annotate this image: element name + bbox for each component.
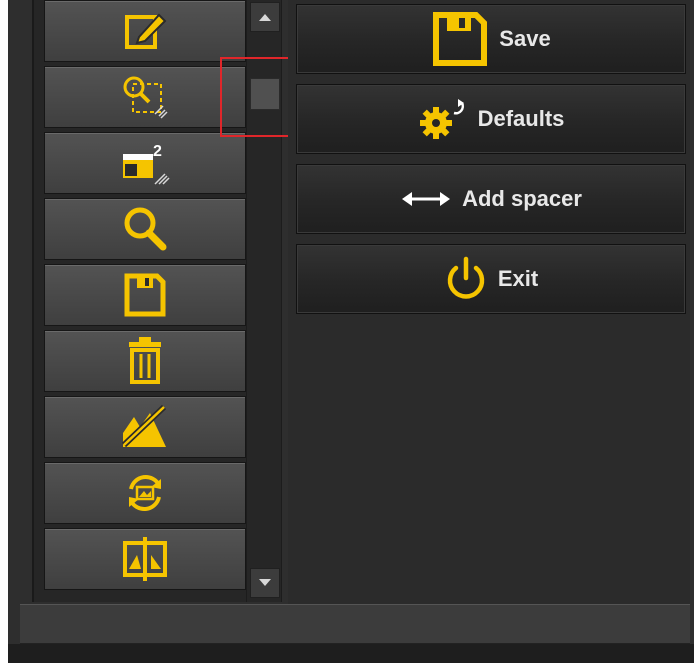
action-panel: Save Defaults Add spacer Exit bbox=[288, 0, 690, 604]
split-icon bbox=[123, 537, 167, 581]
defaults-button-label: Defaults bbox=[477, 106, 565, 131]
horizontal-arrows-icon bbox=[402, 192, 451, 206]
zoom-tool-button[interactable] bbox=[44, 198, 246, 260]
power-icon bbox=[447, 256, 485, 299]
exit-button-label: Exit bbox=[497, 266, 539, 291]
status-bar bbox=[20, 604, 690, 644]
zoom-selection-icon bbox=[123, 76, 168, 119]
zoom-icon bbox=[124, 207, 167, 251]
edit-tool-button[interactable] bbox=[44, 0, 246, 62]
save-button[interactable]: Save bbox=[296, 4, 686, 74]
bottom-strip bbox=[8, 644, 694, 663]
delete-tool-button[interactable] bbox=[44, 330, 246, 392]
split-tool-button[interactable] bbox=[44, 528, 246, 590]
hide-image-tool-button[interactable] bbox=[44, 396, 246, 458]
multi-page-tool-button[interactable]: 2 bbox=[44, 132, 246, 194]
add-spacer-button[interactable]: Add spacer bbox=[296, 164, 686, 234]
tool-column: 2 bbox=[32, 0, 248, 602]
save-icon bbox=[124, 273, 166, 317]
rotate-image-tool-button[interactable] bbox=[44, 462, 246, 524]
arrow-down-icon bbox=[259, 579, 271, 586]
trash-icon bbox=[129, 337, 161, 384]
app-window: 2 Save Defaults Add spacer Exit bbox=[8, 0, 694, 663]
multi-page-icon: 2 bbox=[123, 143, 170, 185]
save-tool-button[interactable] bbox=[44, 264, 246, 326]
rotate-image-icon bbox=[129, 474, 161, 512]
gear-reset-icon bbox=[419, 99, 464, 139]
scroll-down-button[interactable] bbox=[250, 568, 280, 598]
defaults-button[interactable]: Defaults bbox=[296, 84, 686, 154]
edit-icon bbox=[125, 13, 167, 49]
save-icon bbox=[433, 12, 488, 66]
zoom-selection-tool-button[interactable] bbox=[44, 66, 246, 128]
arrow-up-icon bbox=[259, 14, 271, 21]
add-spacer-button-label: Add spacer bbox=[462, 186, 582, 211]
scroll-up-button[interactable] bbox=[250, 2, 280, 32]
hide-image-icon bbox=[121, 404, 167, 448]
svg-text:2: 2 bbox=[153, 143, 162, 160]
save-button-label: Save bbox=[499, 26, 551, 51]
exit-button[interactable]: Exit bbox=[296, 244, 686, 314]
